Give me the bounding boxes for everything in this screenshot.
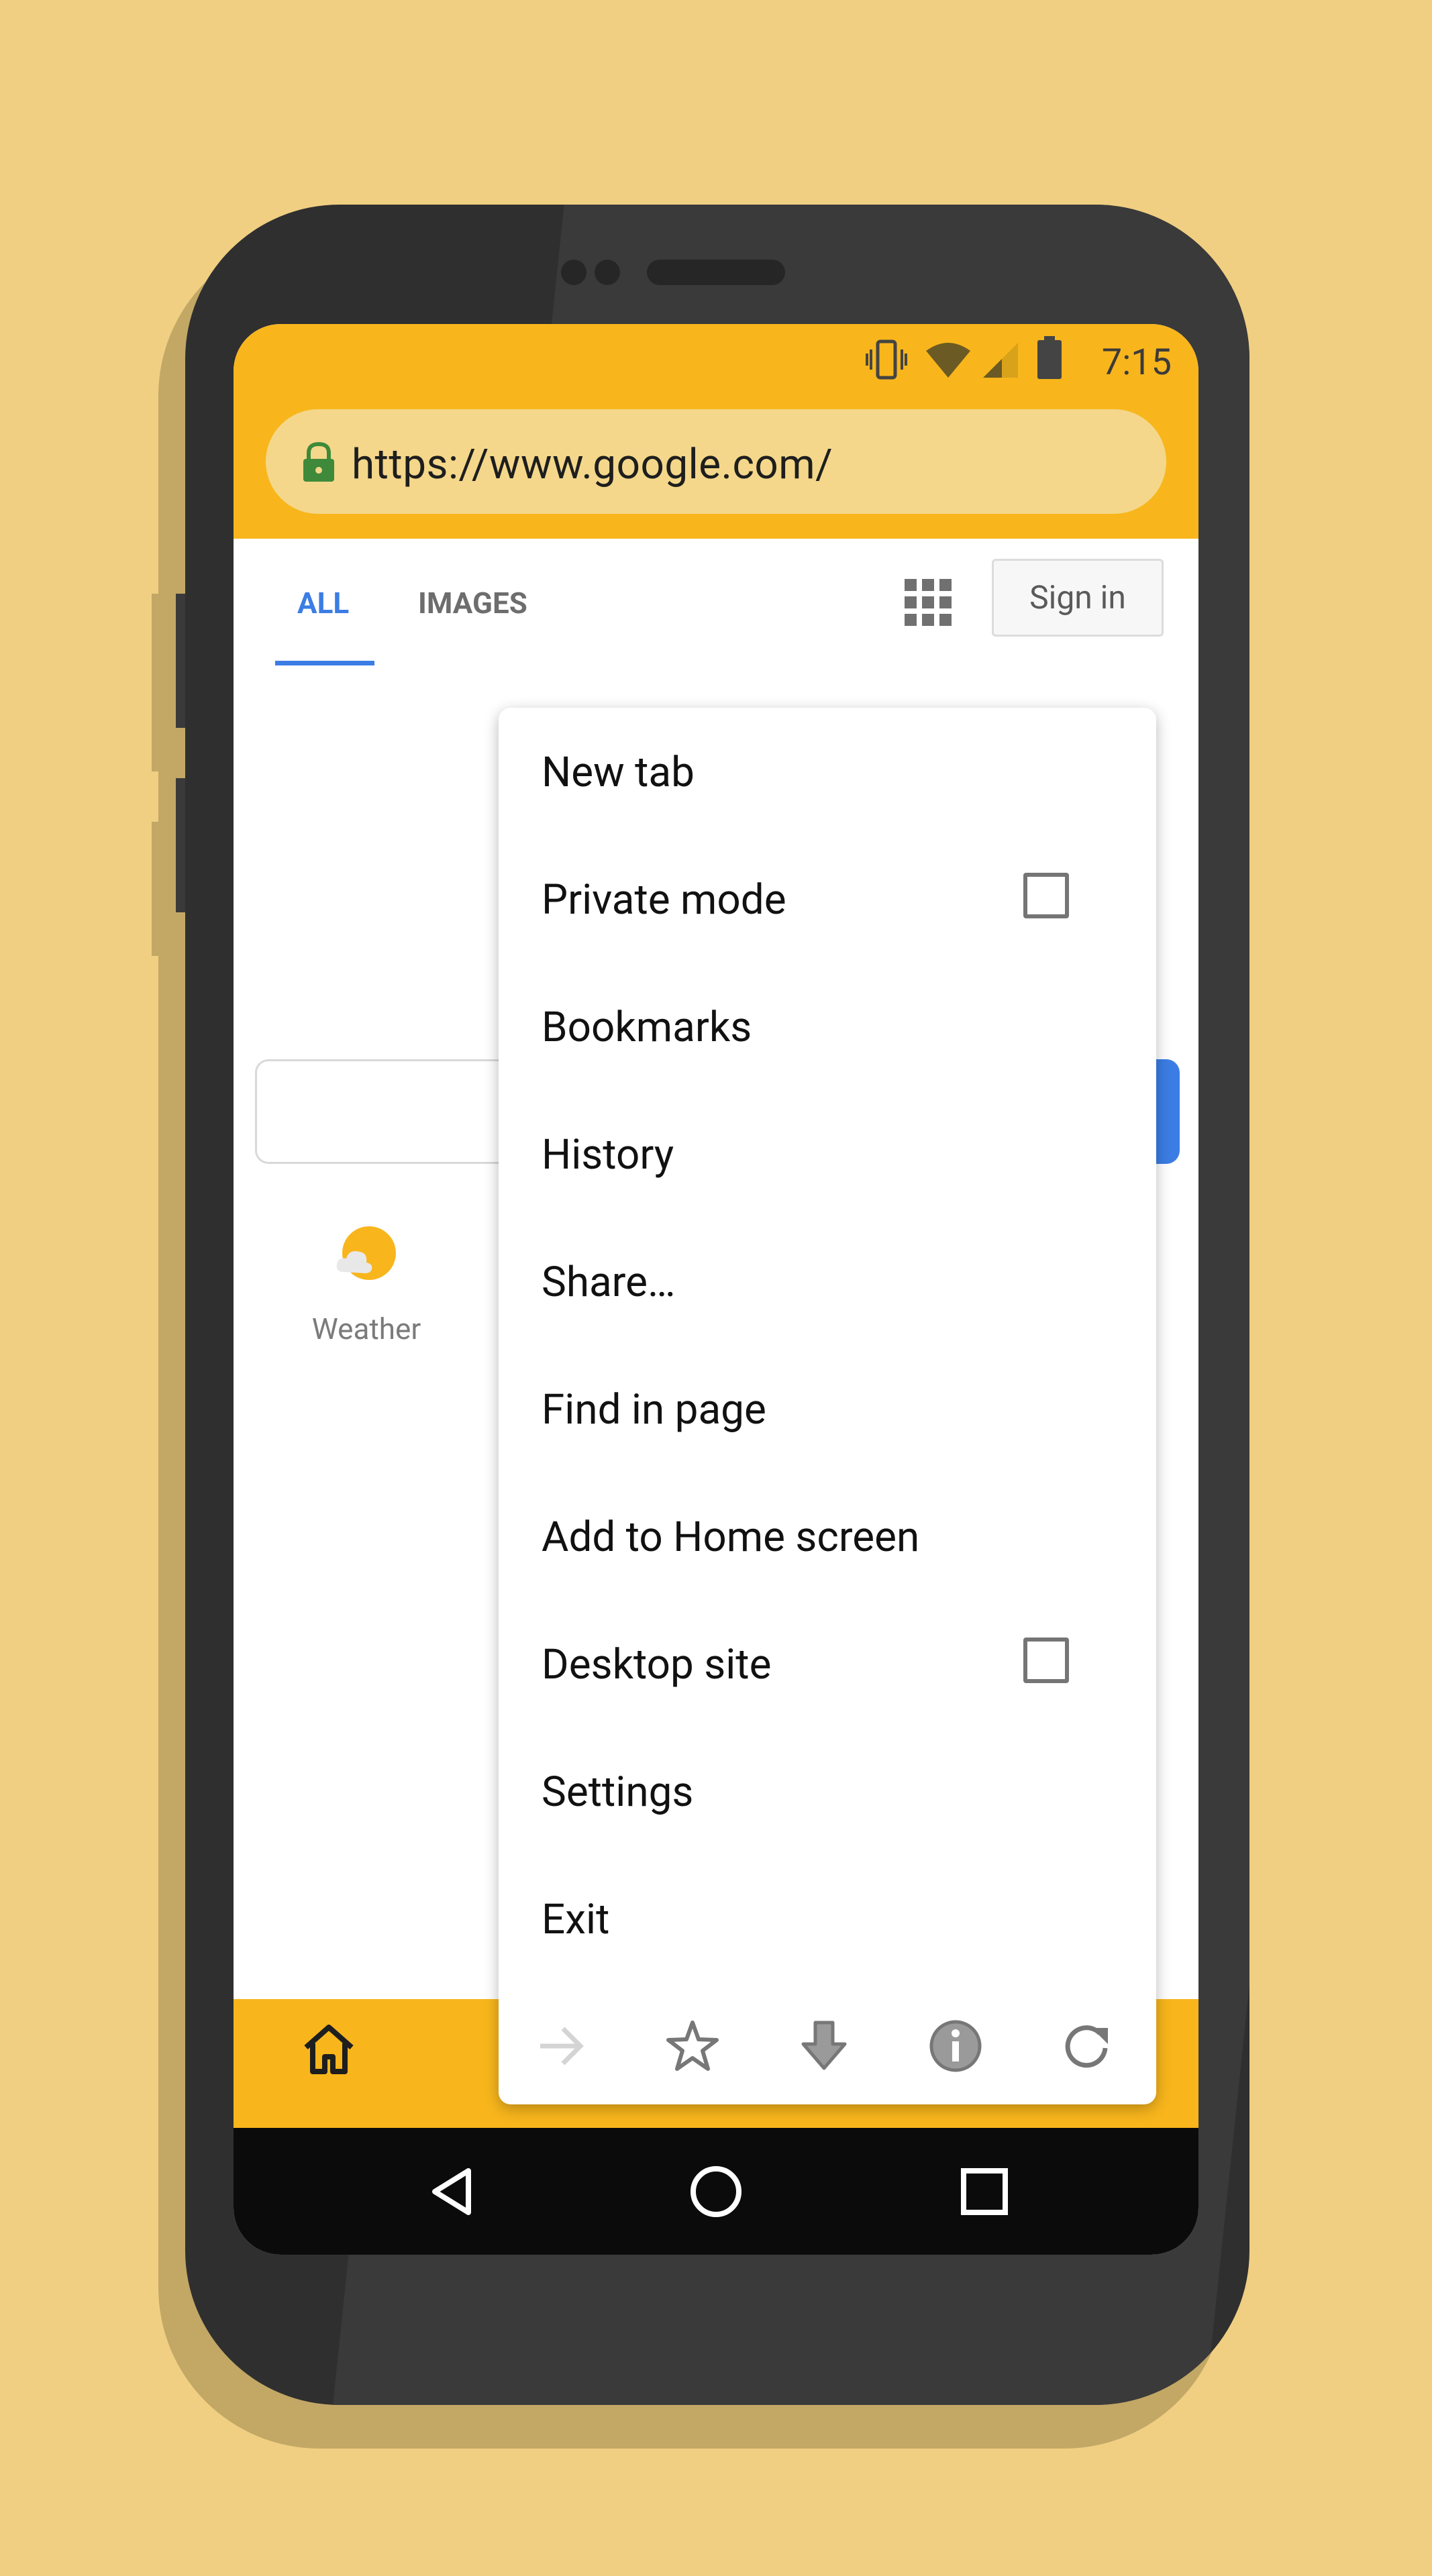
cellular-signal-icon <box>983 343 1018 378</box>
menu-item-private-mode[interactable]: Private mode <box>499 835 1156 963</box>
back-icon[interactable] <box>421 2161 482 2222</box>
address-bar[interactable]: https://www.google.com/ <box>266 409 1166 514</box>
download-icon[interactable] <box>795 2017 853 2075</box>
menu-item-label: Desktop site <box>542 1640 772 1689</box>
menu-item-share[interactable]: Share… <box>499 1218 1156 1345</box>
star-icon[interactable] <box>664 2017 721 2075</box>
menu-item-label: Settings <box>542 1768 694 1817</box>
info-icon[interactable] <box>927 2017 984 2075</box>
desktop-site-checkbox[interactable] <box>1023 1638 1069 1683</box>
lock-icon <box>303 441 334 482</box>
menu-item-label: Private mode <box>542 875 786 924</box>
menu-item-label: History <box>542 1130 674 1179</box>
active-tab-indicator <box>275 661 374 665</box>
menu-item-find-in-page[interactable]: Find in page <box>499 1345 1156 1472</box>
menu-item-desktop-site[interactable]: Desktop site <box>499 1600 1156 1727</box>
overflow-menu: New tab Private mode Bookmarks History S… <box>499 708 1156 2104</box>
weather-shortcut-label[interactable]: Weather <box>306 1311 427 1346</box>
private-mode-checkbox[interactable] <box>1023 873 1069 918</box>
menu-item-add-to-home-screen[interactable]: Add to Home screen <box>499 1472 1156 1600</box>
search-input[interactable] <box>255 1059 537 1164</box>
proximity-sensor <box>595 260 620 285</box>
system-nav-bar <box>234 2128 1198 2255</box>
menu-item-label: Exit <box>542 1895 610 1944</box>
earpiece-speaker <box>647 260 785 285</box>
menu-item-history[interactable]: History <box>499 1090 1156 1218</box>
recents-icon[interactable] <box>954 2161 1015 2222</box>
wifi-icon <box>926 343 970 378</box>
forward-icon[interactable] <box>532 2017 590 2075</box>
tab-images[interactable]: IMAGES <box>418 586 527 621</box>
menu-item-label: Bookmarks <box>542 1003 752 1052</box>
menu-item-label: Add to Home screen <box>542 1513 920 1562</box>
url-text[interactable]: https://www.google.com/ <box>352 440 833 489</box>
tab-all[interactable]: ALL <box>297 586 349 621</box>
weather-icon[interactable] <box>334 1225 396 1287</box>
refresh-icon[interactable] <box>1058 2017 1116 2075</box>
vibrate-icon <box>866 339 907 380</box>
apps-grid-icon[interactable] <box>905 579 952 626</box>
menu-item-label: Share… <box>542 1258 676 1307</box>
front-camera <box>561 260 586 285</box>
menu-item-bookmarks[interactable]: Bookmarks <box>499 963 1156 1090</box>
status-time: 7:15 <box>1101 341 1172 384</box>
battery-icon <box>1037 336 1062 379</box>
home-circle-icon[interactable] <box>686 2161 746 2222</box>
home-icon[interactable] <box>302 2022 356 2076</box>
sign-in-button[interactable]: Sign in <box>992 559 1164 637</box>
menu-item-exit[interactable]: Exit <box>499 1855 1156 1982</box>
browser-toolbar: 7:15 https://www.google.com/ <box>234 324 1198 539</box>
menu-item-new-tab[interactable]: New tab <box>499 708 1156 835</box>
menu-action-row <box>499 1994 1156 2095</box>
menu-item-settings[interactable]: Settings <box>499 1727 1156 1855</box>
menu-item-label: Find in page <box>542 1385 766 1434</box>
screen: 7:15 https://www.google.com/ ALL IMAGES … <box>234 324 1198 2255</box>
menu-item-label: New tab <box>542 748 695 797</box>
